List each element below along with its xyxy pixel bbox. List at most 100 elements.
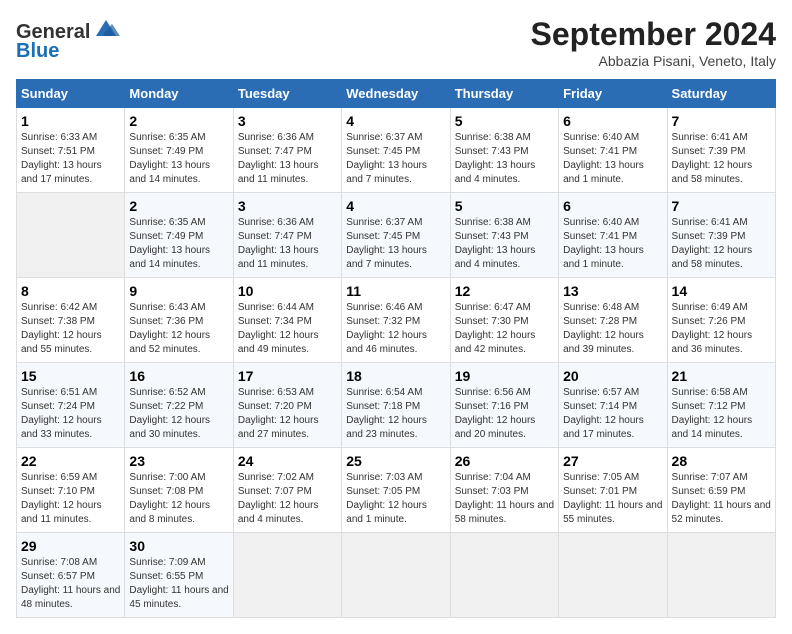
day-info: Sunrise: 6:59 AMSunset: 7:10 PMDaylight:… xyxy=(21,471,120,527)
header-friday: Friday xyxy=(559,80,667,108)
day-info: Sunrise: 6:42 AMSunset: 7:38 PMDaylight:… xyxy=(21,301,120,357)
day-info: Sunrise: 7:00 AMSunset: 7:08 PMDaylight:… xyxy=(129,471,228,527)
day-number: 4 xyxy=(346,113,445,129)
table-row: 25 Sunrise: 7:03 AMSunset: 7:05 PMDayligh… xyxy=(342,448,450,533)
logo: General Blue xyxy=(16,16,120,63)
day-number: 21 xyxy=(672,368,771,384)
table-row: 1 Sunrise: 6:33 AMSunset: 7:51 PMDaylight… xyxy=(17,108,125,193)
table-row: 22 Sunrise: 6:59 AMSunset: 7:10 PMDayligh… xyxy=(17,448,125,533)
day-info: Sunrise: 6:38 AMSunset: 7:43 PMDaylight:… xyxy=(455,216,554,272)
day-info: Sunrise: 6:41 AMSunset: 7:39 PMDaylight:… xyxy=(672,216,771,272)
day-info: Sunrise: 6:57 AMSunset: 7:14 PMDaylight:… xyxy=(563,386,662,442)
day-number: 23 xyxy=(129,453,228,469)
table-row: 23 Sunrise: 7:00 AMSunset: 7:08 PMDayligh… xyxy=(125,448,233,533)
calendar-body: 1 Sunrise: 6:33 AMSunset: 7:51 PMDaylight… xyxy=(17,108,776,618)
day-number: 24 xyxy=(238,453,337,469)
day-number: 25 xyxy=(346,453,445,469)
day-number: 15 xyxy=(21,368,120,384)
day-info: Sunrise: 6:35 AMSunset: 7:49 PMDaylight:… xyxy=(129,131,228,187)
day-info: Sunrise: 6:37 AMSunset: 7:45 PMDaylight:… xyxy=(346,216,445,272)
table-row: 26Sunrise: 7:04 AMSunset: 7:03 PMDayligh… xyxy=(450,448,558,533)
table-row: 4 Sunrise: 6:37 AMSunset: 7:45 PMDaylight… xyxy=(342,193,450,278)
table-row xyxy=(233,533,341,618)
header-tuesday: Tuesday xyxy=(233,80,341,108)
table-row: 5 Sunrise: 6:38 AMSunset: 7:43 PMDaylight… xyxy=(450,108,558,193)
day-info: Sunrise: 6:52 AMSunset: 7:22 PMDaylight:… xyxy=(129,386,228,442)
table-row: 15 Sunrise: 6:51 AMSunset: 7:24 PMDayligh… xyxy=(17,363,125,448)
day-info: Sunrise: 6:41 AMSunset: 7:39 PMDaylight:… xyxy=(672,131,771,187)
calendar-row: 2Sunrise: 6:35 AMSunset: 7:49 PMDaylight… xyxy=(17,193,776,278)
day-number: 22 xyxy=(21,453,120,469)
day-info: Sunrise: 6:47 AMSunset: 7:30 PMDaylight:… xyxy=(455,301,554,357)
table-row: 9Sunrise: 6:43 AMSunset: 7:36 PMDaylight… xyxy=(125,278,233,363)
calendar-row: 8Sunrise: 6:42 AMSunset: 7:38 PMDaylight… xyxy=(17,278,776,363)
table-row: 6 Sunrise: 6:40 AMSunset: 7:41 PMDaylight… xyxy=(559,108,667,193)
day-number: 10 xyxy=(238,283,337,299)
day-info: Sunrise: 6:49 AMSunset: 7:26 PMDaylight:… xyxy=(672,301,771,357)
calendar-table: Sunday Monday Tuesday Wednesday Thursday… xyxy=(16,79,776,618)
table-row: 3Sunrise: 6:36 AMSunset: 7:47 PMDaylight… xyxy=(233,108,341,193)
day-number: 11 xyxy=(346,283,445,299)
day-info: Sunrise: 6:33 AMSunset: 7:51 PMDaylight:… xyxy=(21,131,120,187)
header-wednesday: Wednesday xyxy=(342,80,450,108)
location-subtitle: Abbazia Pisani, Veneto, Italy xyxy=(531,53,776,69)
table-row: 12Sunrise: 6:47 AMSunset: 7:30 PMDayligh… xyxy=(450,278,558,363)
table-row: 30Sunrise: 7:09 AMSunset: 6:55 PMDayligh… xyxy=(125,533,233,618)
table-row: 10 Sunrise: 6:44 AMSunset: 7:34 PMDayligh… xyxy=(233,278,341,363)
day-info: Sunrise: 6:37 AMSunset: 7:45 PMDaylight:… xyxy=(346,131,445,187)
day-number: 14 xyxy=(672,283,771,299)
day-number: 1 xyxy=(21,113,120,129)
day-number: 9 xyxy=(129,283,228,299)
table-row xyxy=(667,533,775,618)
table-row: 17Sunrise: 6:53 AMSunset: 7:20 PMDayligh… xyxy=(233,363,341,448)
day-number: 4 xyxy=(346,198,445,214)
day-info: Sunrise: 6:38 AMSunset: 7:43 PMDaylight:… xyxy=(455,131,554,187)
table-row: 16 Sunrise: 6:52 AMSunset: 7:22 PMDayligh… xyxy=(125,363,233,448)
table-row: 13 Sunrise: 6:48 AMSunset: 7:28 PMDayligh… xyxy=(559,278,667,363)
table-row: 7Sunrise: 6:41 AMSunset: 7:39 PMDaylight… xyxy=(667,193,775,278)
day-number: 2 xyxy=(129,113,228,129)
table-row: 3Sunrise: 6:36 AMSunset: 7:47 PMDaylight… xyxy=(233,193,341,278)
day-number: 29 xyxy=(21,538,120,554)
day-number: 13 xyxy=(563,283,662,299)
day-info: Sunrise: 6:48 AMSunset: 7:28 PMDaylight:… xyxy=(563,301,662,357)
table-row: 27 Sunrise: 7:05 AMSunset: 7:01 PMDayligh… xyxy=(559,448,667,533)
day-number: 18 xyxy=(346,368,445,384)
table-row: 7Sunrise: 6:41 AMSunset: 7:39 PMDaylight… xyxy=(667,108,775,193)
table-row: 29Sunrise: 7:08 AMSunset: 6:57 PMDayligh… xyxy=(17,533,125,618)
day-number: 30 xyxy=(129,538,228,554)
day-number: 6 xyxy=(563,198,662,214)
day-info: Sunrise: 6:35 AMSunset: 7:49 PMDaylight:… xyxy=(129,216,228,272)
day-number: 27 xyxy=(563,453,662,469)
table-row xyxy=(342,533,450,618)
table-row: 2 Sunrise: 6:35 AMSunset: 7:49 PMDaylight… xyxy=(125,108,233,193)
table-row: 20 Sunrise: 6:57 AMSunset: 7:14 PMDayligh… xyxy=(559,363,667,448)
day-number: 20 xyxy=(563,368,662,384)
table-row: 4 Sunrise: 6:37 AMSunset: 7:45 PMDaylight… xyxy=(342,108,450,193)
day-number: 6 xyxy=(563,113,662,129)
table-row xyxy=(17,193,125,278)
calendar-row: 15 Sunrise: 6:51 AMSunset: 7:24 PMDayligh… xyxy=(17,363,776,448)
day-number: 16 xyxy=(129,368,228,384)
title-area: September 2024 Abbazia Pisani, Veneto, I… xyxy=(531,16,776,69)
day-info: Sunrise: 7:02 AMSunset: 7:07 PMDaylight:… xyxy=(238,471,337,527)
table-row: 28 Sunrise: 7:07 AMSunset: 6:59 PMDayligh… xyxy=(667,448,775,533)
table-row: 19Sunrise: 6:56 AMSunset: 7:16 PMDayligh… xyxy=(450,363,558,448)
calendar-row: 22 Sunrise: 6:59 AMSunset: 7:10 PMDayligh… xyxy=(17,448,776,533)
day-info: Sunrise: 6:58 AMSunset: 7:12 PMDaylight:… xyxy=(672,386,771,442)
header-thursday: Thursday xyxy=(450,80,558,108)
header-sunday: Sunday xyxy=(17,80,125,108)
table-row: 14 Sunrise: 6:49 AMSunset: 7:26 PMDayligh… xyxy=(667,278,775,363)
day-info: Sunrise: 7:05 AMSunset: 7:01 PMDaylight:… xyxy=(563,471,662,527)
day-info: Sunrise: 6:40 AMSunset: 7:41 PMDaylight:… xyxy=(563,131,662,187)
day-number: 28 xyxy=(672,453,771,469)
table-row: 11Sunrise: 6:46 AMSunset: 7:32 PMDayligh… xyxy=(342,278,450,363)
day-info: Sunrise: 7:03 AMSunset: 7:05 PMDaylight:… xyxy=(346,471,445,527)
day-number: 5 xyxy=(455,113,554,129)
table-row: 2Sunrise: 6:35 AMSunset: 7:49 PMDaylight… xyxy=(125,193,233,278)
day-info: Sunrise: 7:07 AMSunset: 6:59 PMDaylight:… xyxy=(672,471,771,527)
calendar-header: Sunday Monday Tuesday Wednesday Thursday… xyxy=(17,80,776,108)
day-info: Sunrise: 6:44 AMSunset: 7:34 PMDaylight:… xyxy=(238,301,337,357)
table-row: 5Sunrise: 6:38 AMSunset: 7:43 PMDaylight… xyxy=(450,193,558,278)
day-info: Sunrise: 6:51 AMSunset: 7:24 PMDaylight:… xyxy=(21,386,120,442)
